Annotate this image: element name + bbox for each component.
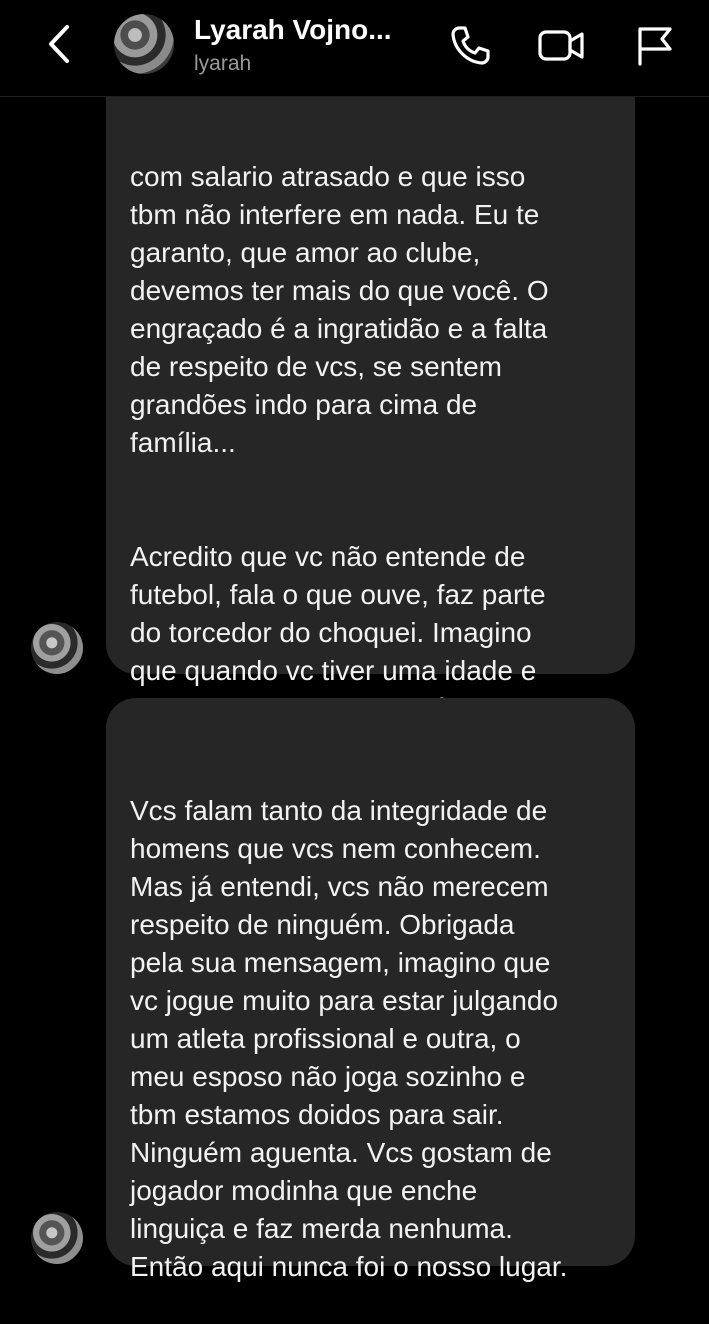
chat-header: Lyarah Vojno... lyarah — [0, 0, 709, 97]
flag-icon — [638, 27, 672, 66]
message-text: com salario atrasado e que isso tbm não … — [130, 161, 549, 458]
video-camera-icon — [538, 30, 584, 61]
sender-avatar[interactable] — [31, 1212, 83, 1264]
contact-avatar[interactable] — [114, 14, 174, 74]
message-bubble-2[interactable]: Vcs falam tanto da integridade de homens… — [106, 698, 635, 1282]
phone-icon — [451, 26, 490, 65]
video-call-button[interactable] — [536, 20, 586, 70]
chevron-left-icon — [49, 25, 69, 63]
message-bubble-1[interactable]: com salario atrasado e que isso tbm não … — [106, 60, 635, 800]
contact-name[interactable]: Lyarah Vojno... — [194, 14, 392, 46]
contact-username[interactable]: lyarah — [194, 52, 251, 76]
voice-call-button[interactable] — [445, 20, 495, 70]
message-text: Vcs falam tanto da integridade de homens… — [130, 795, 568, 1282]
sender-avatar[interactable] — [31, 622, 83, 674]
back-button[interactable] — [40, 22, 80, 66]
report-button[interactable] — [630, 20, 680, 70]
